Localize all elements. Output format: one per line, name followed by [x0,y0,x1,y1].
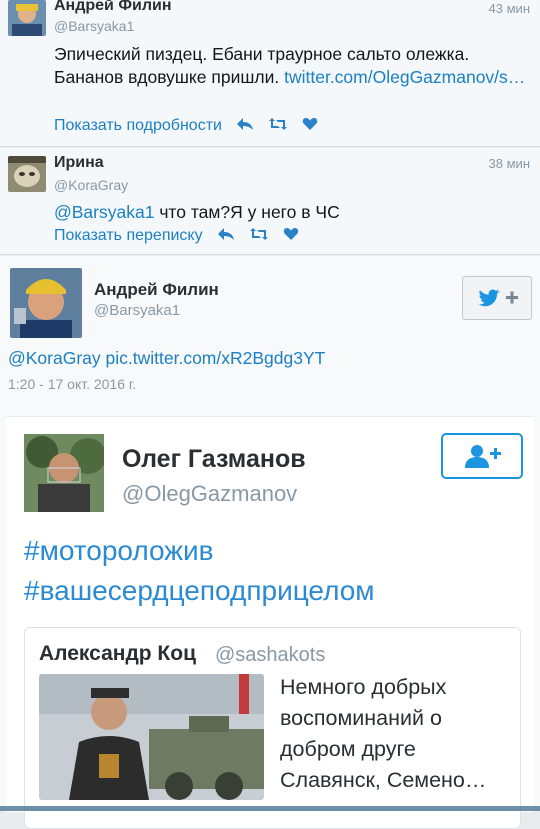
embedded-tweet-image[interactable]: Олег Газманов @OlegGazmanov #мотороложив… [6,416,534,829]
avatar[interactable] [8,0,46,36]
heart-icon[interactable] [283,227,299,245]
detail-tweet-text[interactable]: @KoraGray pic.twitter.com/xR2Bgdg3YT [8,348,325,369]
detail-timestamp: 1:20 - 17 окт. 2016 г. [8,376,137,392]
follow-icon [478,289,518,307]
embed-avatar [24,434,104,512]
retweet-icon[interactable] [249,227,269,245]
tweet-row-1[interactable]: Андрей Филин @Barsyaka1 43 мин Эпический… [0,0,540,147]
quote-author-name: Александр Коц [39,642,196,665]
quote-author-handle: @sashakots [215,644,326,666]
retweet-icon[interactable] [268,117,288,135]
tweet-author-handle: @KoraGray [54,177,129,193]
hashtag: #мотороложив [24,535,214,566]
tweet-text-plain: что там?Я у него в ЧС [154,202,340,222]
tweet-author-handle: @Barsyaka1 [54,18,135,34]
tweet-text: @Barsyaka1 что там?Я у него в ЧС [54,201,534,224]
quote-photo [39,674,264,800]
quoted-tweet: Александр Коц @sashakots Немного добрых … [24,627,521,829]
tweet-text: Эпический пиздец. Ебани траурное сальто … [54,43,534,89]
embed-author-handle: @OlegGazmanov [122,481,298,506]
quote-text: Немного добрых воспоминаний о добром дру… [280,675,487,792]
tweet-detail: Андрей Филин @Barsyaka1 @KoraGray pic.tw… [0,256,540,829]
show-conversation-link[interactable]: Показать переписку [54,227,203,245]
tweet-time: 43 мин [488,1,530,16]
tweet-author-name: Ирина [54,154,104,171]
tweet-actions: Показать подробности [54,117,318,135]
show-details-link[interactable]: Показать подробности [54,117,222,135]
follow-button[interactable] [462,276,532,320]
detail-author-handle: @Barsyaka1 [94,302,181,319]
tweet-actions: Показать переписку [54,227,299,245]
reply-icon[interactable] [236,117,254,135]
tweet-time: 38 мин [488,156,530,171]
tweet-link[interactable]: twitter.com/OlegGazmanov/s… [284,67,525,87]
embed-follow-button [441,433,523,479]
tweet-row-2[interactable]: Ирина @KoraGray 38 мин @Barsyaka1 что та… [0,148,540,255]
tweet-author-name: Андрей Филин [54,0,172,14]
bottom-divider [0,806,540,811]
hashtag: #вашесердцеподприцелом [24,575,375,606]
tweet-mention[interactable]: @Barsyaka1 [54,202,154,222]
heart-icon[interactable] [302,117,318,135]
embed-author-name: Олег Газманов [122,445,306,473]
avatar[interactable] [10,268,82,338]
detail-author-name: Андрей Филин [94,280,219,299]
reply-icon[interactable] [217,227,235,245]
add-user-icon [465,445,501,468]
avatar[interactable] [8,156,46,192]
